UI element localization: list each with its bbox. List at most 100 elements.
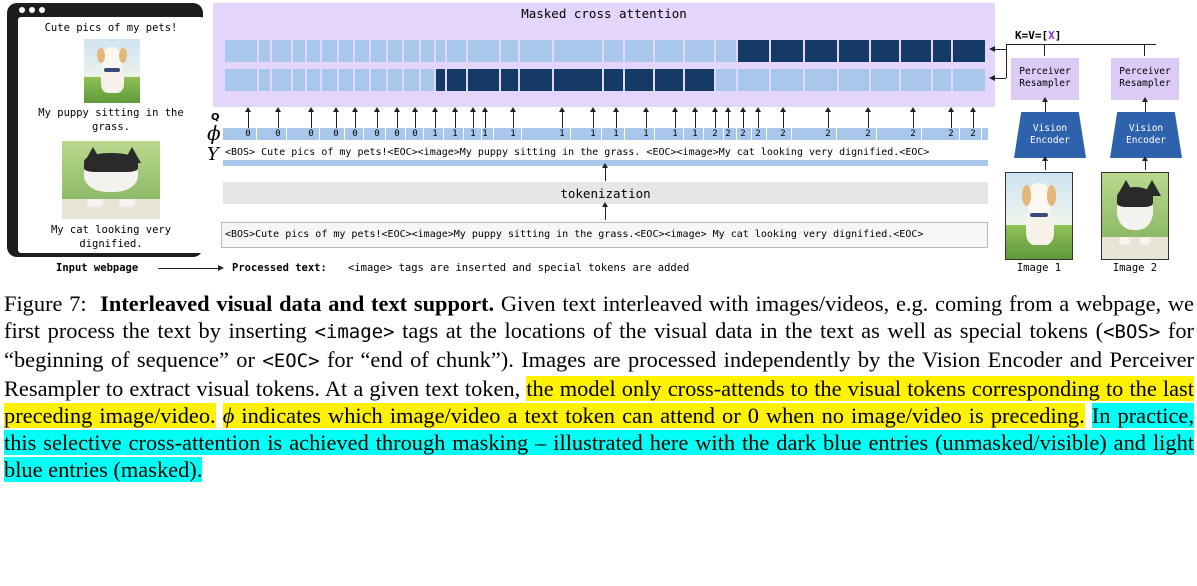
query-arrow [482, 107, 488, 128]
query-arrow [780, 107, 786, 128]
image-2-cat [1101, 172, 1169, 260]
phi-value: 1 [672, 129, 678, 139]
mask-cell [655, 40, 683, 62]
input-webpage-label: Input webpage [56, 262, 139, 274]
kv-connector [1006, 44, 1156, 45]
processed-text-box: <BOS>Cute pics of my pets!<EOC><image>My… [221, 222, 988, 248]
token-sequence-text: <BOS> Cute pics of my pets!<EOC><image>M… [225, 147, 930, 158]
raw-text-arrow [602, 202, 608, 220]
phi-separator [876, 128, 877, 140]
query-arrow [643, 107, 649, 128]
query-arrow [275, 107, 281, 128]
mask-cell [339, 40, 353, 62]
mask-cell [901, 40, 931, 62]
phi-value: 2 [910, 129, 916, 139]
mask-cell [388, 69, 402, 91]
phi-separator [344, 128, 345, 140]
image-1-puppy [1005, 172, 1073, 260]
mask-cell [322, 40, 337, 62]
mask-cell [322, 69, 337, 91]
mask-cell [371, 40, 386, 62]
phi-separator [385, 128, 386, 140]
query-arrow [510, 107, 516, 128]
phi-value: 1 [510, 129, 516, 139]
mask-cell [404, 40, 419, 62]
query-arrow [590, 107, 596, 128]
phi-separator [703, 128, 704, 140]
phi-symbol: ϕ [207, 121, 221, 145]
phi-value: 1 [613, 129, 619, 139]
mask-cell [871, 69, 899, 91]
caption-part-2: tags at the locations of the visual data… [402, 318, 1104, 343]
phi-separator [256, 128, 257, 140]
mask-cell [404, 69, 419, 91]
mask-cell [716, 40, 736, 62]
phi-value: 2 [865, 129, 871, 139]
phi-value: 0 [412, 129, 418, 139]
window-dots-icon [19, 7, 45, 15]
mask-cell [554, 69, 602, 91]
kv-connector-join [1006, 44, 1007, 78]
phi-value: 2 [755, 129, 761, 139]
query-arrow [432, 107, 438, 128]
tokenization-arrow [602, 163, 608, 181]
phi-value: 0 [245, 129, 251, 139]
phi-value: 0 [333, 129, 339, 139]
phi-value: 2 [740, 129, 746, 139]
phi-separator [405, 128, 406, 140]
mask-cell [625, 69, 653, 91]
kv-x: X [1048, 29, 1055, 42]
mask-cell [738, 40, 769, 62]
phi-separator [570, 128, 571, 140]
phi-value: 2 [948, 129, 954, 139]
query-arrow [559, 107, 565, 128]
mask-cell [520, 69, 552, 91]
mask-cell [953, 69, 985, 91]
phi-value: 2 [780, 129, 786, 139]
mask-cell [933, 40, 951, 62]
caption-bos-tag: <BOS> [1103, 321, 1161, 343]
phi-separator [921, 128, 922, 140]
kv-arrow-row-1 [989, 46, 1006, 52]
puppy-picture [84, 39, 140, 103]
phi-value: 0 [394, 129, 400, 139]
mask-cell [738, 69, 769, 91]
query-arrow [452, 107, 458, 128]
phi-separator [791, 128, 792, 140]
phi-value: 1 [559, 129, 565, 139]
phi-separator [683, 128, 684, 140]
mask-cell [468, 40, 499, 62]
query-arrow [352, 107, 358, 128]
mask-cell [339, 69, 353, 91]
query-arrow [740, 107, 746, 128]
mask-cell [355, 40, 369, 62]
phi-index-bar: 00000000111111111112222222222 [223, 128, 988, 140]
tokenization-label: tokenization [560, 186, 651, 201]
mask-cell [259, 40, 270, 62]
mask-cell [771, 40, 803, 62]
phi-value: 0 [374, 129, 380, 139]
phi-separator [959, 128, 960, 140]
mask-cell [307, 40, 320, 62]
phi-value: 1 [482, 129, 488, 139]
query-arrow [970, 107, 976, 128]
phi-separator [766, 128, 767, 140]
mask-cell [272, 69, 291, 91]
phi-separator [363, 128, 364, 140]
mask-cell [625, 40, 653, 62]
mask-cell [655, 69, 683, 91]
image-to-encoder-arrow-1 [1042, 156, 1048, 170]
image-2-label: Image 2 [1112, 262, 1158, 274]
phi-value: 1 [643, 129, 649, 139]
mask-cell [272, 40, 291, 62]
phi-value: 0 [352, 129, 358, 139]
query-arrow [712, 107, 718, 128]
mask-cell [225, 69, 257, 91]
mask-cell [293, 69, 305, 91]
caption-title: Interleaved visual data and text support… [100, 291, 495, 316]
mask-cell [259, 69, 270, 91]
mask-cell [771, 69, 803, 91]
attention-title: Masked cross attention [521, 6, 687, 21]
caption-image-tag: <image> [314, 321, 395, 343]
phi-value: 2 [712, 129, 718, 139]
